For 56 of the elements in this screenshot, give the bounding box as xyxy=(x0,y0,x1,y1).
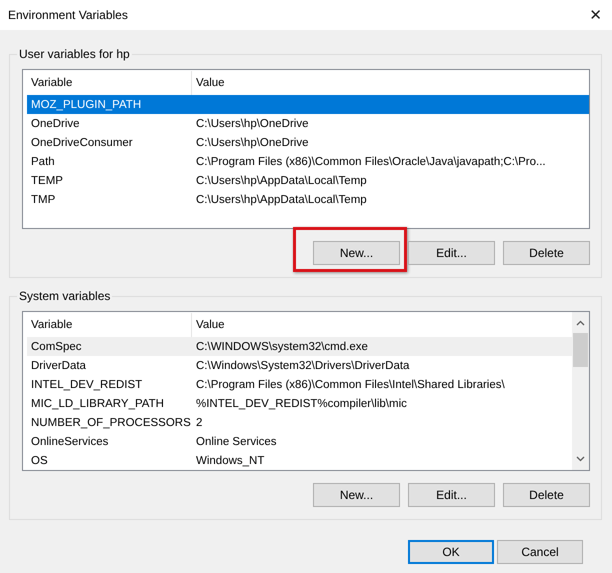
column-header[interactable]: Value xyxy=(192,71,225,95)
cancel-button[interactable]: Cancel xyxy=(497,540,583,564)
list-row[interactable]: ComSpec C:\WINDOWS\system32\cmd.exe xyxy=(27,337,572,356)
list-row[interactable]: TMP C:\Users\hp\AppData\Local\Temp xyxy=(27,190,589,209)
variable-value: Windows_NT xyxy=(195,454,264,466)
variable-value: Online Services xyxy=(195,436,277,448)
variable-value: C:\Users\hp\AppData\Local\Temp xyxy=(195,174,367,186)
list-row[interactable]: MOZ_PLUGIN_PATH xyxy=(27,95,589,114)
scrollbar[interactable] xyxy=(572,312,589,470)
variable-value: 2 xyxy=(195,416,202,428)
variable-name: OnlineServices xyxy=(30,436,110,448)
ok-button[interactable]: OK xyxy=(408,540,494,564)
variable-name: OS xyxy=(30,454,49,466)
variable-value: C:\WINDOWS\system32\cmd.exe xyxy=(195,340,368,352)
close-button[interactable]: ✕ xyxy=(585,6,606,24)
variable-value: C:\Users\hp\OneDrive xyxy=(195,136,308,148)
list-row[interactable]: OneDrive C:\Users\hp\OneDrive xyxy=(27,114,589,133)
button[interactable]: Edit... xyxy=(408,241,495,265)
list-row[interactable]: OneDriveConsumer C:\Users\hp\OneDrive xyxy=(27,133,589,152)
column-header[interactable]: Value xyxy=(192,313,225,337)
variable-name: Path xyxy=(30,156,56,168)
variable-name: NUMBER_OF_PROCESSORS xyxy=(30,416,192,428)
group-title: User variables for hp xyxy=(17,47,132,62)
variable-value: C:\Users\hp\OneDrive xyxy=(195,118,308,130)
variable-value: C:\Program Files (x86)\Common Files\Oracle\Java\javapath;C:\Pro... xyxy=(195,156,546,168)
button[interactable]: New... xyxy=(313,241,400,265)
list-row[interactable]: NUMBER_OF_PROCESSORS 2 xyxy=(27,413,572,432)
variable-name: OneDrive xyxy=(30,118,81,130)
window-title: Environment Variables xyxy=(8,8,128,22)
list-row[interactable]: TEMP C:\Users\hp\AppData\Local\Temp xyxy=(27,171,589,190)
list-row[interactable]: DriverData C:\Windows\System32\Drivers\DriverData xyxy=(27,356,572,375)
list-row[interactable]: OS Windows_NT xyxy=(27,451,572,470)
group-title: System variables xyxy=(17,289,112,304)
scroll-up-icon[interactable] xyxy=(576,320,585,326)
list-row[interactable]: OnlineServices Online Services xyxy=(27,432,572,451)
variable-name: TEMP xyxy=(30,174,64,186)
variable-value: C:\Program Files (x86)\Common Files\Intel\Shared Libraries\ xyxy=(195,378,505,390)
list-row[interactable]: Path C:\Program Files (x86)\Common Files\Oracle\Java\javapath;C:\Pro... xyxy=(27,152,589,171)
scroll-thumb[interactable] xyxy=(573,333,588,367)
list-row[interactable]: MIC_LD_LIBRARY_PATH %INTEL_DEV_REDIST%compiler\lib\mic xyxy=(27,394,572,413)
variable-name: OneDriveConsumer xyxy=(30,136,134,148)
list-row[interactable]: INTEL_DEV_REDIST C:\Program Files (x86)\Common Files\Intel\Shared Libraries\ xyxy=(27,375,572,394)
variable-name: MOZ_PLUGIN_PATH xyxy=(30,98,142,110)
button[interactable]: New... xyxy=(313,483,400,507)
variable-name: INTEL_DEV_REDIST xyxy=(30,378,144,390)
button[interactable]: Edit... xyxy=(408,483,495,507)
variable-name: TMP xyxy=(30,194,56,206)
variable-value: %INTEL_DEV_REDIST%compiler\lib\mic xyxy=(195,398,407,410)
variable-value: C:\Windows\System32\Drivers\DriverData xyxy=(195,360,410,372)
variable-value: C:\Users\hp\AppData\Local\Temp xyxy=(195,194,367,206)
button[interactable]: Delete xyxy=(503,483,590,507)
variable-name: ComSpec xyxy=(30,340,82,352)
variable-name: MIC_LD_LIBRARY_PATH xyxy=(30,398,165,410)
button[interactable]: Delete xyxy=(503,241,590,265)
scroll-down-icon[interactable] xyxy=(576,456,585,462)
variable-name: DriverData xyxy=(30,360,87,372)
